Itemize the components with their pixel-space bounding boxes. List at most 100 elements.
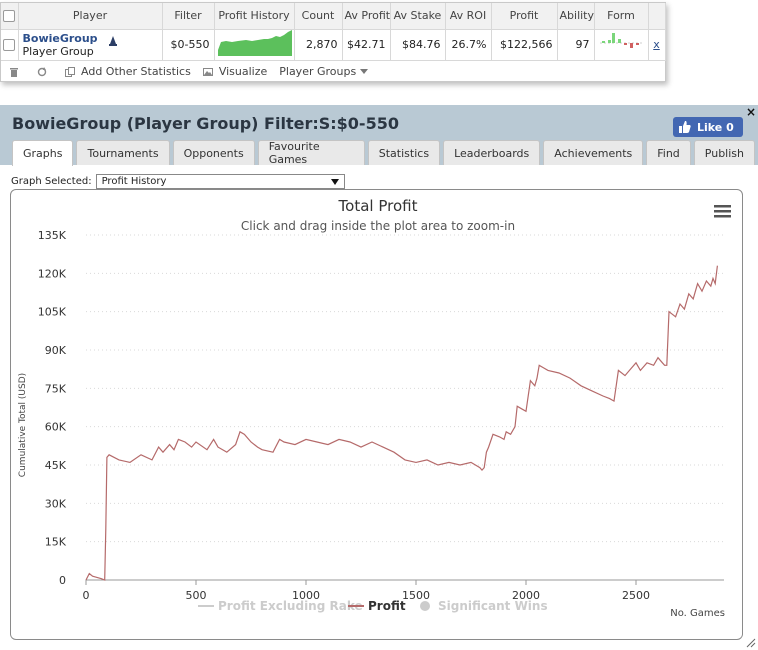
y-tick-label: 90K xyxy=(45,344,67,357)
header-count[interactable]: Count xyxy=(294,3,343,30)
image-icon xyxy=(202,67,213,76)
close-icon[interactable]: × xyxy=(746,105,756,119)
av-roi-value: 26.7% xyxy=(445,29,492,61)
filter-value: $0-550 xyxy=(162,29,215,61)
y-tick-label: 60K xyxy=(45,421,67,434)
player-header: BowieGroup (Player Group) Filter:S:$0-55… xyxy=(0,105,758,166)
form-chart xyxy=(599,33,644,48)
y-tick-label: 0 xyxy=(59,574,66,587)
stats-toolbar: Add Other Statistics Visualize Player Gr… xyxy=(1,61,665,83)
av-profit-value: $42.71 xyxy=(342,29,391,61)
refresh-icon xyxy=(37,66,47,76)
select-all-cell[interactable] xyxy=(1,3,19,30)
header-ability[interactable]: Ability xyxy=(557,3,595,30)
legend-item[interactable]: Profit Excluding Rake xyxy=(198,599,363,613)
tab-graphs[interactable]: Graphs xyxy=(12,140,74,166)
header-av-stake[interactable]: Av Stake xyxy=(390,3,446,30)
tab-opponents[interactable]: Opponents xyxy=(172,140,255,165)
tab-find[interactable]: Find xyxy=(646,140,691,165)
player-groups-label: Player Groups xyxy=(279,65,357,78)
copy-icon xyxy=(65,66,75,77)
row-checkbox[interactable] xyxy=(3,39,16,51)
legend-label: Significant Wins xyxy=(438,599,548,613)
chevron-down-icon xyxy=(360,68,369,74)
y-tick-label: 135K xyxy=(38,229,67,242)
profit-history-sparkline-cell xyxy=(214,29,295,61)
y-tick-label: 120K xyxy=(38,267,67,280)
player-type: Player Group xyxy=(22,44,94,58)
add-other-statistics-label: Add Other Statistics xyxy=(81,65,191,78)
y-axis-label: Cumulative Total (USD) xyxy=(18,373,28,477)
stats-table: Player Filter Profit History Count Av Pr… xyxy=(1,3,666,61)
legend-item[interactable]: Significant Wins xyxy=(420,599,548,613)
chart-legend: Profit Excluding Rake Profit Significant W… xyxy=(198,599,548,613)
graph-select-label: Graph Selected: xyxy=(11,176,92,187)
player-cell: BowieGroup Player Group xyxy=(18,29,163,61)
trash-icon xyxy=(10,67,18,77)
y-tick-label: 15K xyxy=(45,536,67,549)
menu-icon[interactable] xyxy=(714,205,731,218)
tab-statistics[interactable]: Statistics xyxy=(367,140,441,165)
header-profit[interactable]: Profit xyxy=(491,3,558,30)
x-tick-label: 1500 xyxy=(402,589,430,602)
resize-handle-icon[interactable] xyxy=(746,638,756,648)
tab-tournaments[interactable]: Tournaments xyxy=(76,140,170,165)
stats-header-row: Player Filter Profit History Count Av Pr… xyxy=(1,3,666,30)
header-av-profit[interactable]: Av Profit xyxy=(342,3,391,30)
series-line-profit[interactable] xyxy=(85,265,718,581)
graph-select-value: Profit History xyxy=(101,176,167,187)
player-name-link[interactable]: BowieGroup xyxy=(23,32,158,45)
legend-label: Profit Excluding Rake xyxy=(218,599,363,613)
select-all-checkbox[interactable] xyxy=(3,10,16,23)
graph-select-row: Graph Selected: Profit History xyxy=(11,174,345,189)
facebook-like-button[interactable]: Like 0 xyxy=(673,117,743,137)
y-tick-label: 45K xyxy=(45,459,67,472)
x-axis-label: No. Games xyxy=(670,608,725,619)
x-tick-label: 2500 xyxy=(622,589,650,602)
header-profit-history[interactable]: Profit History xyxy=(214,3,295,30)
delete-button[interactable] xyxy=(9,67,25,77)
legend-symbol xyxy=(420,601,430,611)
ability-value: 97 xyxy=(557,29,595,61)
page-title: BowieGroup (Player Group) Filter:S:$0-55… xyxy=(12,114,399,133)
add-other-statistics-button[interactable]: Add Other Statistics xyxy=(65,65,191,78)
tab-leaderboards[interactable]: Leaderboards xyxy=(443,140,541,165)
chart-title: Total Profit xyxy=(338,197,418,215)
visualize-button[interactable]: Visualize xyxy=(202,65,268,78)
header-spacer xyxy=(648,3,666,30)
header-filter[interactable]: Filter xyxy=(162,3,215,30)
tab-bar: Graphs Tournaments Opponents Favourite G… xyxy=(12,140,758,166)
thumbs-up-icon xyxy=(679,121,691,133)
tab-achievements[interactable]: Achievements xyxy=(543,140,644,165)
header-av-roi[interactable]: Av ROI xyxy=(445,3,492,30)
form-chart-cell xyxy=(594,29,649,61)
visualize-label: Visualize xyxy=(218,65,268,78)
tab-favourite-games[interactable]: Favourite Games xyxy=(257,140,365,166)
like-label: Like 0 xyxy=(697,120,734,134)
chart-container[interactable]: 0 15K 30K 45K 60K 75K 90K 105K 120K 135K 0 500 1000 1… xyxy=(10,189,743,640)
y-tick-label: 105K xyxy=(38,306,67,319)
header-form[interactable]: Form xyxy=(594,3,649,30)
count-value: 2,870 xyxy=(294,29,343,61)
dropdown-arrow-icon xyxy=(330,178,339,185)
profit-chart[interactable]: 015K30K45K60K75K90K105K120K135K0 500 1000 1… xyxy=(11,190,744,641)
x-tick-label: 0 xyxy=(83,589,90,602)
header-player[interactable]: Player xyxy=(18,3,163,30)
y-tick-label: 30K xyxy=(45,497,67,510)
graph-select-dropdown[interactable]: Profit History xyxy=(95,174,345,189)
row-checkbox-cell[interactable] xyxy=(1,29,19,61)
legend-label: Profit xyxy=(368,599,406,613)
table-row: BowieGroup Player Group $0-550 2,870 $42… xyxy=(1,29,666,61)
chart-subtitle: Click and drag inside the plot area to z… xyxy=(241,219,515,233)
player-group-icon xyxy=(108,35,117,46)
series-layer[interactable] xyxy=(85,265,718,581)
y-tick-label: 75K xyxy=(45,382,67,395)
x-tick-label: 500 xyxy=(186,589,207,602)
tab-publish[interactable]: Publish xyxy=(693,140,755,165)
player-groups-dropdown[interactable]: Player Groups xyxy=(279,65,369,78)
remove-row-link[interactable]: x xyxy=(648,29,666,61)
av-stake-value: $84.76 xyxy=(390,29,446,61)
profit-history-sparkline xyxy=(217,30,292,56)
grid-lines xyxy=(86,234,724,543)
refresh-button[interactable] xyxy=(37,66,53,77)
